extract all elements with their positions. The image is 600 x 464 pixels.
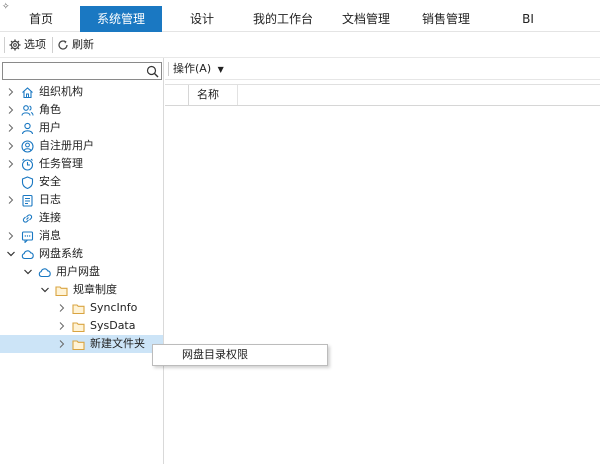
tree-item[interactable]: 任务管理 [0,155,163,173]
tree-item-label: 任务管理 [39,157,83,170]
search-icon[interactable] [146,65,159,78]
chevron-right-icon[interactable] [6,231,16,241]
tree-item-label: 用户网盘 [56,265,100,278]
chevron-right-icon[interactable] [6,87,16,97]
tab-my-workbench[interactable]: 我的工作台 [240,6,326,32]
cloud-icon [38,268,51,278]
search-box[interactable] [2,62,162,80]
tree-item-label: SysData [90,319,136,332]
tab-design[interactable]: 设计 [172,6,232,32]
column-divider[interactable] [237,85,238,105]
toolbar-divider [52,37,53,53]
tree-item-label: 用户 [39,121,61,134]
context-menu: 网盘目录权限 [152,344,328,366]
toolbar: 选项 刷新 [0,32,600,58]
grid-header: 名称 [165,84,600,106]
grid-body [165,106,600,464]
tree-item[interactable]: 角色 [0,101,163,119]
toolbar-grip [4,37,5,53]
row-header-corner[interactable] [165,85,189,105]
content-toolbar: 操作(A) ▼ [165,58,600,80]
tab-document-management[interactable]: 文档管理 [330,6,402,32]
tree-item-label: 组织机构 [39,85,83,98]
content-toolbar-grip [168,62,169,76]
tab-sales-management[interactable]: 销售管理 [410,6,482,32]
user-circle-icon [21,140,34,153]
tree-item[interactable]: 自注册用户 [0,137,163,155]
options-label: 选项 [24,38,46,51]
tree-item[interactable]: SysData [0,317,163,335]
tree-item-label: 自注册用户 [39,139,94,152]
tab-home[interactable]: 首页 [12,6,70,32]
options-button[interactable]: 选项 [9,36,46,54]
dropdown-arrow-icon: ▼ [217,65,224,74]
shield-icon [21,176,34,189]
cloud-icon [21,250,34,260]
user-icon [21,122,34,135]
gear-icon [9,39,21,51]
tree-item-label: 连接 [39,211,61,224]
folder-icon [72,304,85,315]
chevron-right-icon[interactable] [6,123,16,133]
chevron-down-icon[interactable] [6,249,16,259]
chevron-down-icon[interactable] [40,285,50,295]
search-input[interactable] [5,64,143,78]
message-icon [21,231,34,243]
tree-item-label: 日志 [39,193,61,206]
log-icon [22,194,33,207]
tree-item-label: 消息 [39,229,61,242]
tree-item-label: 安全 [39,175,61,188]
tree-item[interactable]: 用户 [0,119,163,137]
chevron-right-icon[interactable] [57,339,67,349]
chevron-down-icon[interactable] [23,267,33,277]
chevron-right-icon[interactable] [57,321,67,331]
menu-item-drive-permissions[interactable]: 网盘目录权限 [154,346,326,364]
tree-item-label: 新建文件夹 [90,337,145,350]
clock-icon [21,158,34,171]
folder-icon [72,340,85,351]
chevron-right-icon[interactable] [6,141,16,151]
tree-item[interactable]: 用户网盘 [0,263,163,281]
tree-item[interactable]: 网盘系统 [0,245,163,263]
refresh-icon [58,40,68,50]
tree-item[interactable]: 日志 [0,191,163,209]
refresh-label: 刷新 [72,38,94,51]
tree-item-label: 网盘系统 [39,247,83,260]
tree-item[interactable]: 新建文件夹 [0,335,163,353]
home-icon [22,87,33,99]
tree-item[interactable]: 消息 [0,227,163,245]
refresh-button[interactable]: 刷新 [57,36,94,54]
tree-item[interactable]: 组织机构 [0,83,163,101]
chevron-right-icon[interactable] [6,105,16,115]
operations-label: 操作(A) [173,62,212,75]
column-header-name[interactable]: 名称 [197,87,219,103]
tree-item[interactable]: 规章制度 [0,281,163,299]
folder-icon [72,322,85,333]
tree-item-label: 角色 [39,103,61,116]
tree-item[interactable]: 连接 [0,209,163,227]
chevron-right-icon[interactable] [6,159,16,169]
link-icon [22,214,33,223]
chevron-right-icon[interactable] [57,303,67,313]
users-icon [21,105,34,116]
tab-system-management[interactable]: 系统管理 [80,6,162,32]
left-panel: 组织机构角色用户自注册用户任务管理安全日志连接消息网盘系统用户网盘规章制度 Syn… [0,58,164,464]
app-icon: ✧ [2,2,10,12]
tree-item[interactable]: 安全 [0,173,163,191]
tree-item-label: 规章制度 [73,283,117,296]
tab-bi[interactable]: BI [500,6,556,32]
tree-item-label: SyncInfo [90,301,138,314]
folder-icon [55,286,68,297]
tree-item[interactable]: SyncInfo [0,299,163,317]
top-nav: ✧ 首页 系统管理 设计 我的工作台 文档管理 销售管理 BI [0,0,600,32]
chevron-right-icon[interactable] [6,195,16,205]
operations-menu-button[interactable]: 操作(A) ▼ [173,61,224,77]
